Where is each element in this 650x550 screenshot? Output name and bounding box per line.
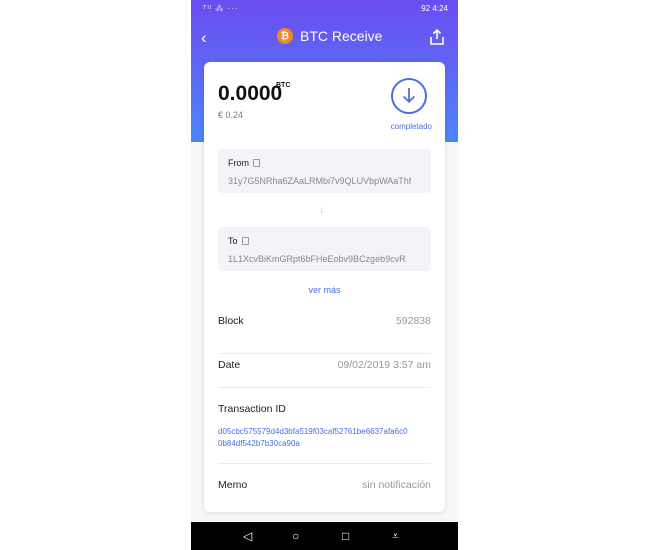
block-label: Block (218, 315, 244, 327)
copy-icon[interactable] (253, 159, 260, 167)
home-nav-icon[interactable]: ○ (292, 529, 299, 543)
block-value: 592838 (395, 315, 431, 327)
received-icon (391, 78, 427, 114)
from-address-box: From 31y7G5NRha6ZAaLRMbi7v9QLUVbpWAaThf (218, 149, 431, 193)
transaction-id-value[interactable]: d05cbc575579d4d3bfa519f03caf52761be6637a… (218, 426, 431, 450)
system-navigation-bar: ◁ ○ □ ⩡ (191, 522, 458, 550)
back-nav-icon[interactable]: ◁ (243, 529, 252, 543)
title-group: ₿ BTC Receive (277, 28, 382, 44)
recents-nav-icon[interactable]: □ (342, 529, 349, 543)
see-more-link[interactable]: ver más (204, 285, 445, 295)
to-label-row: To (228, 236, 249, 246)
fiat-value: € 0.24 (218, 110, 244, 120)
to-address[interactable]: 1L1XcvBiKmGRpt6bFHeEobv9BCzgeb9cvR (228, 254, 406, 264)
memo-row: Memo sin notificación (218, 478, 431, 498)
date-row: Date 09/02/2019 3:57 am (218, 358, 431, 388)
memo-value: sin notificación (362, 479, 431, 491)
transaction-card: 0.0000 BTC € 0.24 completado From 31y7G5… (204, 62, 445, 512)
transaction-id-label: Transaction ID (218, 403, 286, 415)
date-label: Date (218, 359, 241, 371)
page-title: BTC Receive (300, 28, 383, 44)
status-bar-left: ᵀᴵˡ ⁂ ··· (203, 4, 239, 13)
amount-value: 0.0000 (218, 82, 283, 105)
navigation-bar: ‹ ₿ BTC Receive (191, 22, 458, 52)
share-icon[interactable] (428, 28, 446, 46)
from-label: From (228, 158, 249, 168)
to-address-box: To 1L1XcvBiKmGRpt6bFHeEobv9BCzgeb9cvR (218, 227, 431, 271)
memo-label: Memo (218, 479, 248, 491)
block-row: Block 592838 (218, 314, 431, 354)
phone-screen: ᵀᴵˡ ⁂ ··· 92 4:24 ‹ ₿ BTC Receive 0.0000… (191, 0, 458, 550)
arrow-down-icon: ↓ (319, 204, 325, 216)
notification-nav-icon[interactable]: ⩡ (392, 529, 399, 544)
back-icon[interactable]: ‹ (201, 28, 207, 48)
from-address[interactable]: 31y7G5NRha6ZAaLRMbi7v9QLUVbpWAaThf (228, 176, 411, 186)
from-label-row: From (228, 158, 260, 168)
transaction-id-row: Transaction ID d05cbc575579d4d3bfa519f03… (218, 402, 431, 464)
amount-unit: BTC (276, 82, 291, 89)
status-bar: ᵀᴵˡ ⁂ ··· 92 4:24 (191, 0, 458, 18)
to-label: To (228, 236, 238, 246)
status-bar-right: 92 4:24 (421, 4, 448, 13)
status-label: completado (390, 122, 432, 131)
bitcoin-icon: ₿ (277, 28, 293, 44)
date-value: 09/02/2019 3:57 am (337, 359, 431, 371)
copy-icon[interactable] (241, 237, 249, 245)
